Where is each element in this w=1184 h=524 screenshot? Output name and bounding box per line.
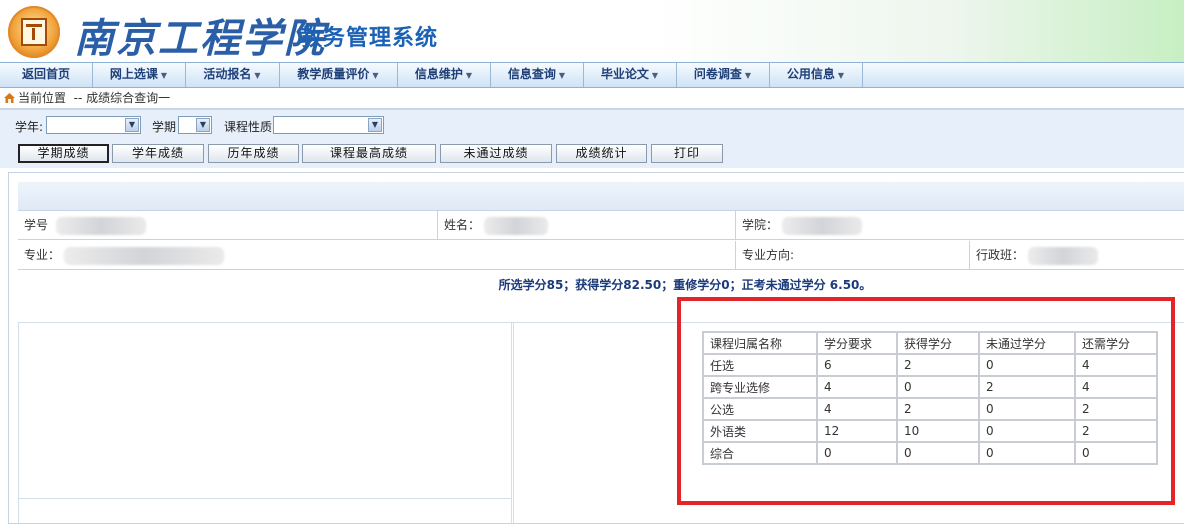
print-button[interactable]: 打印 [651, 144, 723, 163]
nav-item-teaching-evaluation[interactable]: 教学质量评价 ▼ [279, 63, 398, 87]
redacted-value [55, 216, 146, 235]
header-banner: 南京工程学院 教务管理系统 [0, 0, 1184, 62]
redacted-value [63, 246, 224, 265]
course-top-grades-button[interactable]: 课程最高成绩 [302, 144, 436, 163]
redacted-value [781, 216, 862, 235]
chevron-down-icon: ▼ [160, 71, 168, 80]
breadcrumb: 当前位置 -- 成绩综合查询一 [4, 90, 170, 106]
divider [18, 498, 512, 499]
student-id-cell: 学号 [18, 211, 438, 239]
student-info-row-2: 专业： 专业方向: 行政班： [18, 241, 1184, 270]
chevron-down-icon: ▼ [368, 118, 382, 132]
term-label: 学期 [152, 120, 177, 134]
nav-item-activity-signup[interactable]: 活动报名 ▼ [185, 63, 280, 87]
year-select[interactable]: ▼ [46, 116, 141, 134]
panel-header [18, 182, 1184, 211]
major-cell: 专业： [18, 241, 736, 269]
school-logo [8, 6, 60, 58]
redacted-value [1027, 246, 1098, 265]
all-years-grades-button[interactable]: 历年成绩 [208, 144, 299, 163]
major-direction-cell: 专业方向: [736, 241, 970, 269]
nav-item-info-query[interactable]: 信息查询 ▼ [490, 63, 584, 87]
lower-left-pane [18, 322, 514, 523]
year-label: 学年: [15, 120, 44, 134]
nav-item-survey[interactable]: 问卷调查 ▼ [676, 63, 770, 87]
breadcrumb-path: -- 成绩综合查询一 [73, 91, 171, 105]
college-label: 学院： [742, 218, 779, 232]
chevron-down-icon: ▼ [196, 118, 210, 132]
admin-class-cell: 行政班： [970, 241, 1184, 269]
major-label: 专业： [24, 248, 61, 262]
system-name: 教务管理系统 [300, 26, 439, 51]
name-cell: 姓名： [438, 211, 736, 239]
red-highlight-annotation [677, 297, 1175, 505]
student-id-label: 学号 [24, 218, 49, 232]
chevron-down-icon: ▼ [651, 71, 659, 80]
chevron-down-icon: ▼ [372, 71, 379, 80]
chevron-down-icon: ▼ [465, 71, 473, 80]
chevron-down-icon: ▼ [254, 71, 261, 80]
chevron-down-icon: ▼ [837, 71, 845, 80]
grade-statistics-button[interactable]: 成绩统计 [556, 144, 647, 163]
student-info-row-1: 学号 姓名： 学院： [18, 211, 1184, 240]
failed-grades-button[interactable]: 未通过成绩 [440, 144, 552, 163]
chevron-down-icon: ▼ [125, 118, 139, 132]
main-nav: 返回首页 网上选课 ▼ 活动报名 ▼ 教学质量评价 ▼ 信息维护 ▼ 信息查询 ▼ 毕业论… [0, 62, 1184, 88]
chevron-down-icon: ▼ [744, 71, 752, 80]
college-cell: 学院： [736, 211, 1184, 239]
course-type-select[interactable]: ▼ [273, 116, 384, 134]
chevron-down-icon: ▼ [558, 71, 566, 80]
nav-item-graduation-thesis[interactable]: 毕业论文 ▼ [583, 63, 677, 87]
nav-item-home[interactable]: 返回首页 [0, 63, 93, 87]
year-grades-button[interactable]: 学年成绩 [112, 144, 204, 163]
credit-summary: 所选学分85；获得学分82.50；重修学分0；正考未通过学分 6.50。 [498, 278, 872, 292]
course-type-label: 课程性质 [224, 120, 273, 134]
name-label: 姓名： [444, 218, 481, 232]
nav-item-public-info[interactable]: 公用信息 ▼ [769, 63, 863, 87]
nav-item-info-maintenance[interactable]: 信息维护 ▼ [397, 63, 491, 87]
breadcrumb-current-label: 当前位置 [18, 91, 67, 105]
term-grades-button[interactable]: 学期成绩 [18, 144, 109, 163]
home-icon [4, 93, 15, 103]
major-direction-label: 专业方向: [742, 248, 795, 262]
redacted-value [483, 216, 548, 235]
admin-class-label: 行政班： [976, 248, 1025, 262]
nav-item-course-selection[interactable]: 网上选课 ▼ [92, 63, 186, 87]
term-select[interactable]: ▼ [178, 116, 212, 134]
school-name: 南京工程学院 [74, 15, 326, 62]
